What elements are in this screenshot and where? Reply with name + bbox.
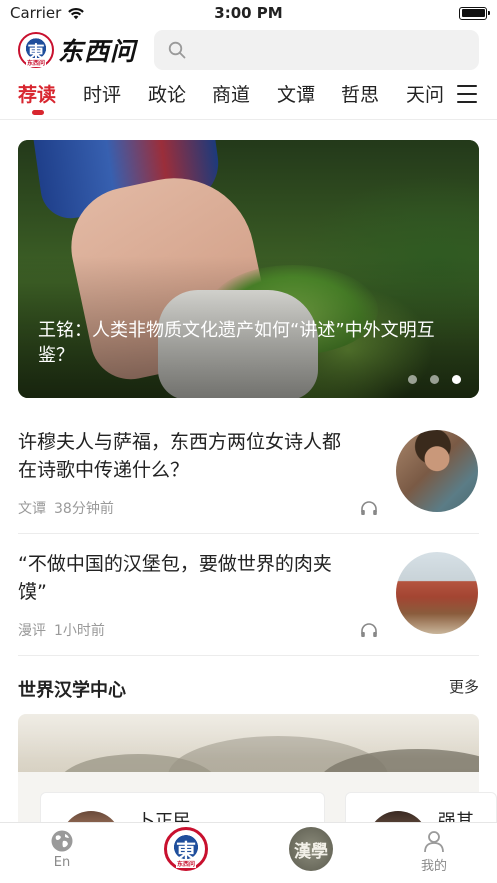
- carousel-dot[interactable]: [430, 375, 439, 384]
- tab-zhenglun[interactable]: 政论: [148, 80, 186, 107]
- tab-shiping[interactable]: 时评: [83, 80, 121, 107]
- section-header: 世界汉学中心 更多: [18, 672, 479, 702]
- logo-text: 东西问: [58, 37, 137, 66]
- globe-icon: [51, 830, 73, 852]
- tab-wentan[interactable]: 文谭: [277, 80, 315, 107]
- article-time: 38分钟前: [54, 501, 114, 517]
- search-input[interactable]: [154, 30, 479, 70]
- article-meta: 漫评 1小时前: [18, 620, 105, 640]
- carousel-dot[interactable]: [408, 375, 417, 384]
- status-bar: Carrier 3:00 PM: [0, 0, 497, 26]
- article-category: 文谭: [18, 501, 46, 517]
- carrier-label: Carrier: [10, 4, 62, 22]
- carousel-dot-active[interactable]: [452, 375, 461, 384]
- article-title: 许穆夫人与萨福，东西方两位女诗人都在诗歌中传递什么？: [18, 431, 342, 481]
- tab-shangdao[interactable]: 商道: [212, 80, 250, 107]
- logo-badge-sub: 东西问: [25, 58, 46, 67]
- nav-item-english[interactable]: En: [22, 829, 102, 870]
- menu-icon[interactable]: [457, 85, 477, 103]
- nav-item-home[interactable]: 東 东西问: [146, 827, 226, 871]
- article-item[interactable]: “不做中国的汉堡包，要做世界的肉夹馍” 漫评 1小时前: [18, 536, 479, 656]
- hero-banner[interactable]: 王铭：人类非物质文化遗产如何“讲述”中外文明互鉴？: [18, 140, 479, 398]
- article-time: 1小时前: [54, 623, 105, 639]
- user-icon: [424, 831, 444, 853]
- nav-item-profile[interactable]: 我的: [394, 829, 474, 874]
- hero-title: 王铭：人类非物质文化遗产如何“讲述”中外文明互鉴？: [38, 320, 435, 366]
- search-icon: [168, 41, 186, 59]
- active-tab-indicator: [32, 110, 44, 115]
- headphones-icon[interactable]: [360, 622, 378, 638]
- more-link[interactable]: 更多: [449, 676, 479, 697]
- tab-jiandu[interactable]: 荐读: [18, 80, 56, 107]
- tab-zhesi[interactable]: 哲思: [341, 80, 379, 107]
- nav-label: 我的: [420, 859, 447, 874]
- app-logo[interactable]: 東 东西问 东西问: [18, 32, 158, 68]
- dongxiwen-logo-icon: 東 东西问: [164, 827, 208, 871]
- category-tabs: 荐读 时评 政论 商道 文谭 哲思 天问: [0, 76, 497, 120]
- article-title: “不做中国的汉堡包，要做世界的肉夹馍”: [18, 553, 332, 603]
- article-thumbnail: [396, 430, 478, 512]
- hanxue-icon: 漢學: [289, 827, 333, 871]
- section-title: 世界汉学中心: [18, 680, 126, 701]
- nav-label: En: [53, 855, 71, 870]
- headphones-icon[interactable]: [360, 500, 378, 516]
- tab-tianwen[interactable]: 天问: [406, 80, 444, 107]
- article-thumbnail: [396, 552, 478, 634]
- article-category: 漫评: [18, 623, 46, 639]
- logo-badge-icon: 東 东西问: [18, 32, 54, 68]
- bottom-nav: En 東 东西问 漢學 我的: [0, 822, 497, 883]
- battery-icon: [459, 6, 490, 20]
- article-meta: 文谭 38分钟前: [18, 498, 114, 518]
- carousel-dots: [408, 375, 461, 384]
- article-item[interactable]: 许穆夫人与萨福，东西方两位女诗人都在诗歌中传递什么？ 文谭 38分钟前: [18, 414, 479, 534]
- nav-logo-sub: 东西问: [175, 859, 196, 868]
- nav-item-hanxue[interactable]: 漢學: [271, 827, 351, 871]
- header: 東 东西问 东西问: [0, 28, 497, 72]
- status-left: Carrier: [10, 4, 85, 22]
- hanxue-text: 漢學: [294, 841, 328, 862]
- status-time: 3:00 PM: [214, 4, 283, 22]
- wifi-icon: [68, 7, 85, 20]
